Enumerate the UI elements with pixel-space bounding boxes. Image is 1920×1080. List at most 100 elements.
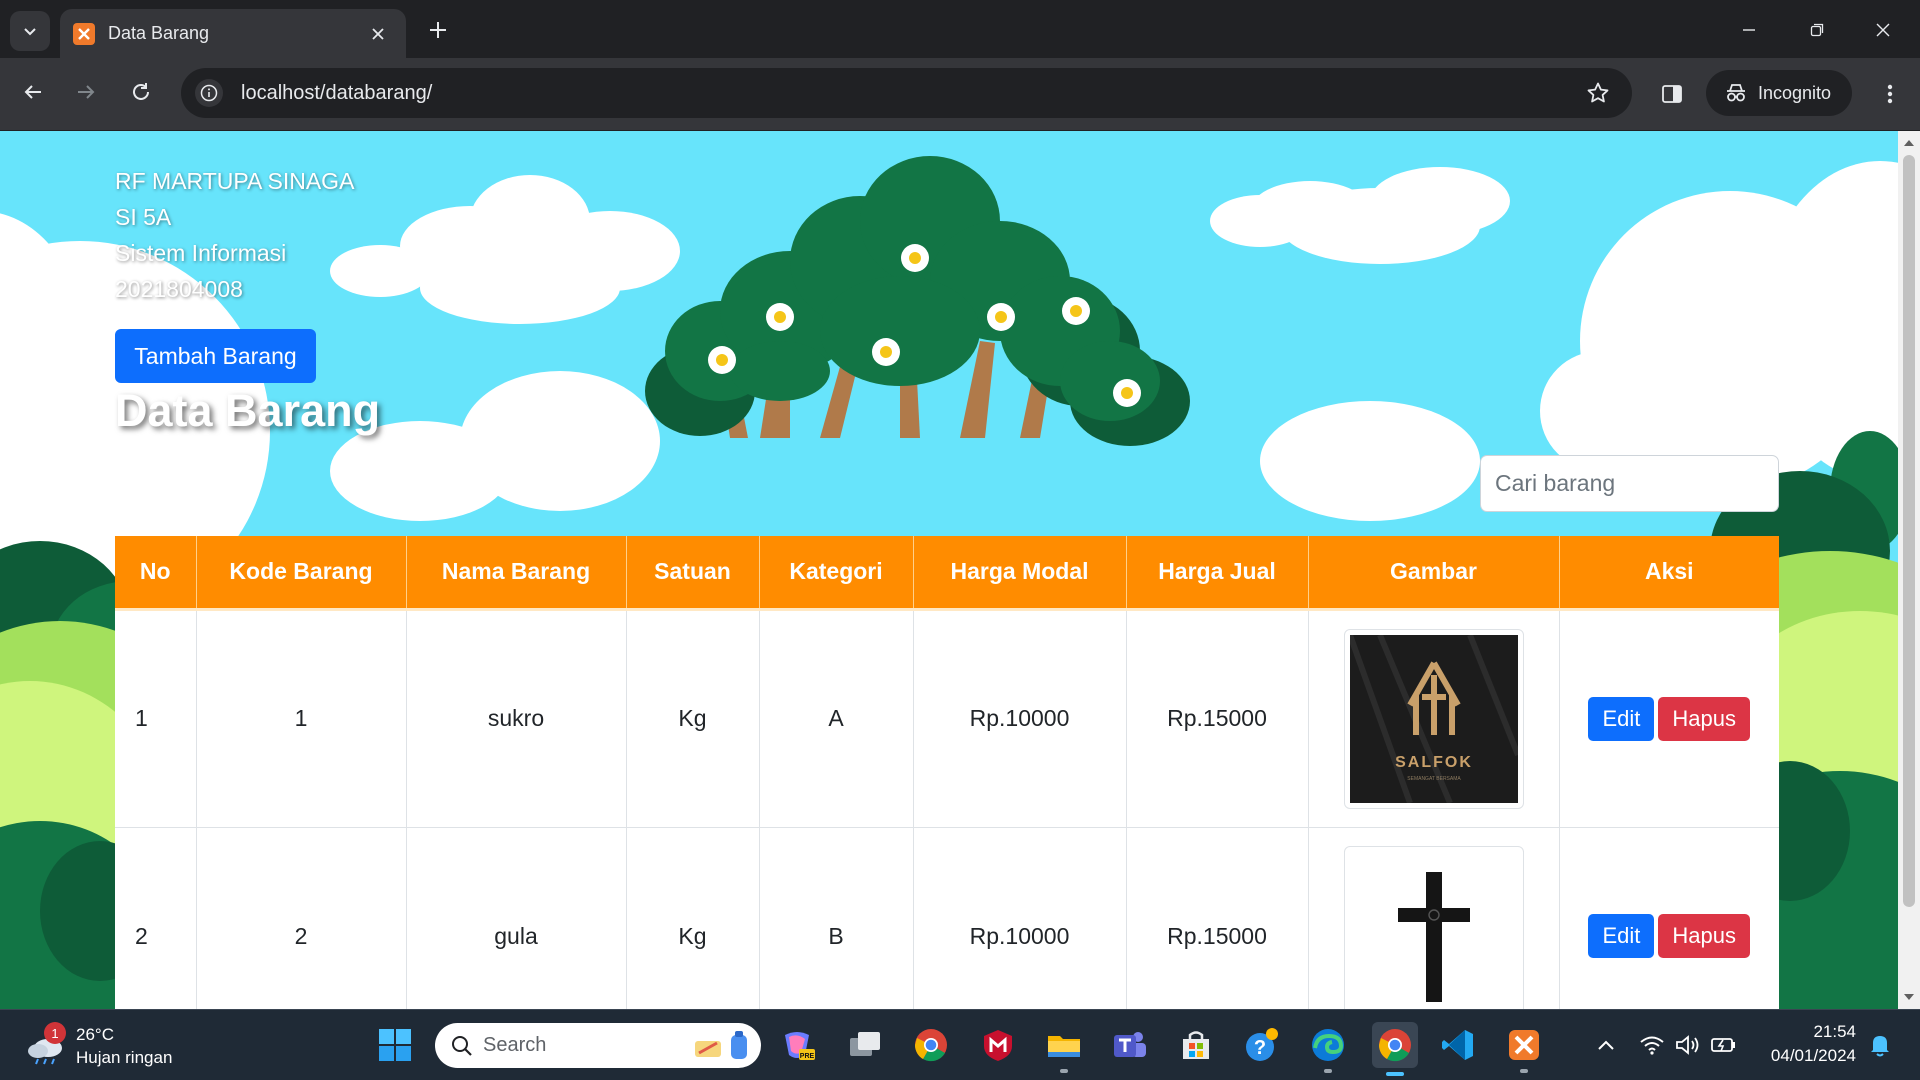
arrow-right-icon <box>78 85 95 99</box>
back-button[interactable] <box>13 72 53 112</box>
xampp-favicon-icon <box>73 22 95 45</box>
running-indicator <box>1060 1069 1068 1073</box>
task-view-icon[interactable] <box>845 1025 885 1065</box>
page-scrollbar[interactable] <box>1898 131 1920 1009</box>
cell-kode: 1 <box>196 609 407 828</box>
cell-aksi: Edit Hapus <box>1559 609 1779 828</box>
forward-button[interactable] <box>66 72 106 112</box>
chrome-active-taskbar-icon[interactable] <box>1372 1022 1418 1076</box>
column-header-satuan: Satuan <box>626 536 760 611</box>
tab-close-icon[interactable] <box>364 20 392 48</box>
table-header-row: No Kode Barang Nama Barang Satuan Katego… <box>115 536 1779 611</box>
cell-harga-jual: Rp.15000 <box>1126 609 1309 828</box>
browser-tabstrip: Data Barang <box>0 0 1920 58</box>
reload-button[interactable] <box>121 72 161 112</box>
column-header-kode: Kode Barang <box>196 536 407 611</box>
cell-no: 2 <box>115 827 197 1009</box>
browser-menu-button[interactable] <box>1870 74 1910 114</box>
author-student-id: 2021804008 <box>115 276 243 302</box>
incognito-label: Incognito <box>1758 82 1832 103</box>
incognito-icon <box>1727 84 1745 102</box>
incognito-profile-chip[interactable]: Incognito <box>1706 70 1852 116</box>
cell-aksi: Edit Hapus <box>1559 827 1779 1009</box>
close-icon <box>1876 23 1890 37</box>
plus-icon <box>430 22 446 38</box>
xampp-taskbar-icon[interactable] <box>1504 1025 1544 1073</box>
svg-text:?: ? <box>1254 1037 1266 1059</box>
side-panel-button[interactable] <box>1652 74 1692 114</box>
edge-icon[interactable] <box>1308 1025 1348 1073</box>
running-indicator <box>1324 1069 1332 1073</box>
new-tab-button[interactable] <box>422 14 454 46</box>
bookmark-star-icon[interactable] <box>1578 73 1618 113</box>
teams-icon[interactable] <box>1110 1025 1150 1065</box>
chrome-pinned-icon[interactable] <box>911 1025 951 1065</box>
cell-kategori: B <box>759 827 914 1009</box>
cell-kategori: A <box>759 609 914 828</box>
author-info: RF MARTUPA SINAGA SI 5A Sistem Informasi… <box>115 163 354 307</box>
address-url[interactable]: localhost/databarang/ <box>241 82 1578 105</box>
scroll-up-arrow-icon[interactable] <box>1903 137 1915 149</box>
tab-search-button[interactable] <box>10 11 50 51</box>
copilot-taskbar-icon[interactable]: PRE <box>777 1025 817 1065</box>
clock-date[interactable]: 04/01/2024 <box>1760 1046 1856 1066</box>
cell-satuan: Kg <box>626 827 760 1009</box>
delete-button[interactable]: Hapus <box>1658 914 1750 958</box>
page-viewport: RF MARTUPA SINAGA SI 5A Sistem Informasi… <box>0 131 1898 1009</box>
cell-gambar: SALFOK SEMANGAT BERSAMA <box>1308 609 1560 828</box>
arrow-left-icon <box>24 85 41 99</box>
wifi-icon[interactable] <box>1632 1025 1672 1065</box>
battery-charging-icon[interactable] <box>1704 1025 1744 1065</box>
product-image: SALFOK SEMANGAT BERSAMA <box>1343 628 1524 809</box>
cell-kode: 2 <box>196 827 407 1009</box>
notification-bell-icon[interactable] <box>1860 1025 1900 1065</box>
close-window-button[interactable] <box>1860 10 1906 50</box>
table-row: 2 2 gula Kg B Rp.10000 Rp.15000 Edit Hap… <box>115 827 1779 1009</box>
cell-no: 1 <box>115 609 197 828</box>
start-button[interactable] <box>375 1025 415 1065</box>
restore-icon <box>1810 23 1824 37</box>
minimize-button[interactable] <box>1726 10 1772 50</box>
delete-button[interactable]: Hapus <box>1658 696 1750 741</box>
browser-tab[interactable]: Data Barang <box>60 9 406 58</box>
weather-temperature: 26°C <box>76 1025 114 1044</box>
edit-button[interactable]: Edit <box>1588 914 1655 958</box>
reload-icon <box>133 83 149 100</box>
weather-alert-badge: 1 <box>44 1022 66 1044</box>
file-explorer-icon[interactable] <box>1044 1025 1084 1073</box>
restore-button[interactable] <box>1794 10 1840 50</box>
kebab-menu-icon <box>1887 84 1893 104</box>
page-title: Data Barang <box>115 385 381 436</box>
cell-nama: sukro <box>406 609 627 828</box>
column-header-kategori: Kategori <box>759 536 914 611</box>
taskbar-search-box[interactable]: Search <box>435 1023 761 1068</box>
column-header-no: No <box>115 536 197 611</box>
scrollbar-thumb[interactable] <box>1903 155 1915 907</box>
get-help-icon[interactable]: ? <box>1242 1025 1282 1065</box>
browser-toolbar: localhost/databarang/ Incognito <box>0 58 1920 131</box>
add-item-button[interactable]: Tambah Barang <box>115 329 316 383</box>
address-bar[interactable]: localhost/databarang/ <box>181 68 1632 118</box>
show-hidden-icons-chevron-up-icon[interactable] <box>1586 1025 1626 1065</box>
cell-harga-modal: Rp.10000 <box>913 609 1127 828</box>
edit-button[interactable]: Edit <box>1588 696 1655 741</box>
windows-taskbar: 1 26°C Hujan ringan Search PRE ? 21:54 0… <box>0 1009 1920 1080</box>
site-info-icon[interactable] <box>195 79 223 107</box>
svg-text:PRE: PRE <box>800 1053 815 1060</box>
clock-time[interactable]: 21:54 <box>1760 1022 1856 1042</box>
product-image-tagline: SEMANGAT BERSAMA <box>1407 776 1461 782</box>
mcafee-icon[interactable] <box>978 1025 1018 1065</box>
search-input[interactable]: Cari barang <box>1480 455 1779 512</box>
microsoft-store-icon[interactable] <box>1176 1025 1216 1065</box>
side-panel-icon <box>1662 85 1682 103</box>
taskbar-search-label: Search <box>483 1034 547 1056</box>
weather-widget[interactable]: 1 26°C Hujan ringan <box>26 1022 196 1070</box>
author-name: RF MARTUPA SINAGA <box>115 168 355 194</box>
search-highlight-icon <box>695 1030 747 1059</box>
volume-icon[interactable] <box>1668 1025 1708 1065</box>
table-row: 1 1 sukro Kg A Rp.10000 Rp.15000 SALFOK … <box>115 609 1779 828</box>
scroll-down-arrow-icon[interactable] <box>1903 991 1915 1003</box>
vscode-icon[interactable] <box>1438 1025 1478 1065</box>
windows-logo-icon <box>379 1029 411 1061</box>
author-class: SI 5A <box>115 204 172 230</box>
